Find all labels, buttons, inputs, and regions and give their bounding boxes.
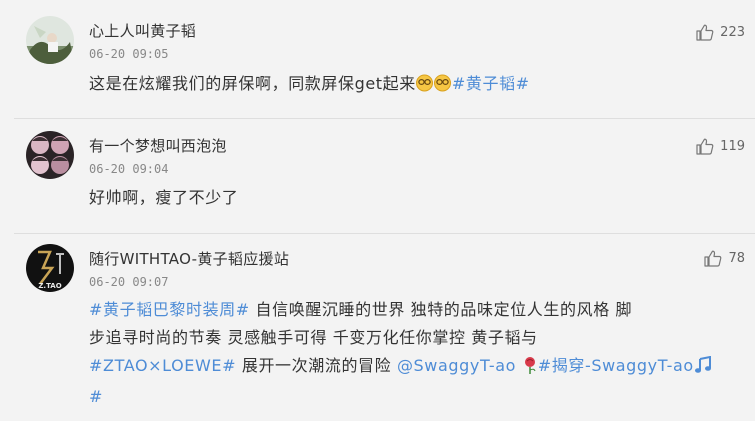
comment-body: 自信唤醒沉睡的世界 独特的品味定位人生的风格 脚	[249, 300, 633, 319]
hashtag-link[interactable]: #	[89, 387, 103, 406]
comment-body: 步追寻时尚的节奏 灵感触手可得 千变万化任你掌控 黄子韬与	[89, 328, 538, 347]
comment-body: 这是在炫耀我们的屏保啊，同款屏保get起来	[89, 74, 416, 93]
timestamp: 06-20 09:04	[89, 162, 169, 176]
like-button[interactable]: 78	[704, 250, 745, 267]
username[interactable]: 随行WITHTAO-黄子韬应援站	[89, 248, 289, 269]
thumbs-up-icon	[704, 250, 722, 267]
like-count: 78	[728, 251, 745, 266]
comment-text: #黄子韬巴黎时装周# 自信唤醒沉睡的世界 独特的品味定位人生的风格 脚 步追寻时…	[89, 296, 741, 411]
hashtag-link[interactable]: #揭穿-SwaggyT-ao	[538, 356, 694, 375]
like-count: 119	[720, 139, 745, 154]
comment-body: 好帅啊，瘦了不少了	[89, 188, 239, 207]
thumbs-up-icon	[696, 24, 714, 41]
like-count: 223	[720, 25, 745, 40]
avatar[interactable]: Z.TAO	[26, 244, 74, 292]
hashtag-link[interactable]: #ZTAO×LOEWE#	[89, 356, 236, 375]
comment-text: 这是在炫耀我们的屏保啊，同款屏保get起来 #黄子韬#	[89, 69, 741, 101]
timestamp: 06-20 09:07	[89, 275, 169, 289]
rose-icon	[522, 355, 538, 383]
comment-item: Z.TAO 随行WITHTAO-黄子韬应援站 06-20 09:07 #黄子韬巴…	[0, 234, 755, 421]
username[interactable]: 有一个梦想叫西泡泡	[89, 135, 227, 156]
like-button[interactable]: 119	[696, 138, 745, 155]
hashtag-link[interactable]: #黄子韬巴黎时装周#	[89, 300, 250, 319]
avatar-label: Z.TAO	[38, 282, 61, 290]
kiss-emoji-icon	[415, 72, 452, 101]
avatar[interactable]	[26, 131, 74, 179]
timestamp: 06-20 09:05	[89, 47, 169, 61]
music-note-icon	[694, 355, 712, 383]
thumbs-up-icon	[696, 138, 714, 155]
comment-body: 展开一次潮流的冒险	[236, 356, 397, 375]
hashtag-link[interactable]: #黄子韬#	[452, 74, 530, 93]
comment-item: 心上人叫黄子韬 06-20 09:05 这是在炫耀我们的屏保啊，同款屏保get起…	[0, 0, 755, 118]
like-button[interactable]: 223	[696, 24, 745, 41]
comment-item: 有一个梦想叫西泡泡 06-20 09:04 好帅啊，瘦了不少了 119	[0, 119, 755, 233]
comment-text: 好帅啊，瘦了不少了	[89, 183, 741, 212]
mention-link[interactable]: @SwaggyT-ao	[397, 356, 516, 375]
username[interactable]: 心上人叫黄子韬	[89, 20, 196, 41]
avatar[interactable]	[26, 16, 74, 64]
